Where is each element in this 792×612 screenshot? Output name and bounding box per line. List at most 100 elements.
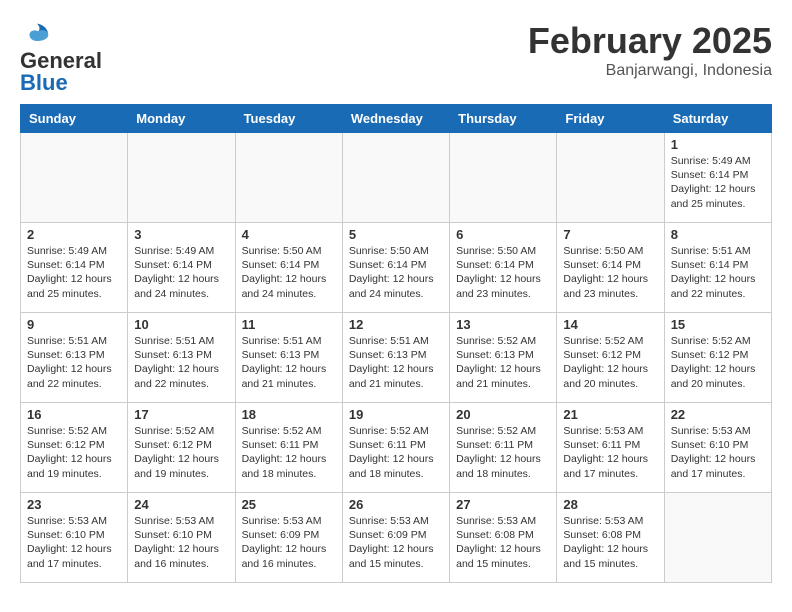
calendar-day-header: Sunday <box>21 105 128 133</box>
day-info: Sunrise: 5:52 AM Sunset: 6:12 PM Dayligh… <box>27 424 121 481</box>
day-info: Sunrise: 5:50 AM Sunset: 6:14 PM Dayligh… <box>349 244 443 301</box>
day-number: 24 <box>134 497 228 512</box>
calendar-header-row: SundayMondayTuesdayWednesdayThursdayFrid… <box>21 105 772 133</box>
day-number: 12 <box>349 317 443 332</box>
day-number: 20 <box>456 407 550 422</box>
calendar-day-cell: 11Sunrise: 5:51 AM Sunset: 6:13 PM Dayli… <box>235 313 342 403</box>
calendar-day-cell: 17 Sunrise: 5:52 AM Sunset: 6:12 PM Dayli… <box>128 403 235 493</box>
calendar-day-cell: 26 Sunrise: 5:53 AM Sunset: 6:09 PM Dayli… <box>342 493 449 583</box>
day-info: Sunrise: 5:53 AM Sunset: 6:09 PM Dayligh… <box>349 514 443 571</box>
day-number: 11 <box>242 317 336 332</box>
calendar-week-row: 23 Sunrise: 5:53 AM Sunset: 6:10 PM Dayli… <box>21 493 772 583</box>
calendar-week-row: 16 Sunrise: 5:52 AM Sunset: 6:12 PM Dayli… <box>21 403 772 493</box>
calendar-day-cell: 10 Sunrise: 5:51 AM Sunset: 6:13 PM Dayli… <box>128 313 235 403</box>
calendar-day-header: Thursday <box>450 105 557 133</box>
day-info: Sunrise: 5:52 AM Sunset: 6:13 PM Dayligh… <box>456 334 550 391</box>
title-block: February 2025 Banjarwangi, Indonesia <box>528 20 772 80</box>
month-year-title: February 2025 <box>528 20 772 62</box>
calendar-day-cell: 8Sunrise: 5:51 AM Sunset: 6:14 PM Daylig… <box>664 223 771 313</box>
calendar-day-cell: 7 Sunrise: 5:50 AM Sunset: 6:14 PM Daylig… <box>557 223 664 313</box>
calendar-day-cell: 22Sunrise: 5:53 AM Sunset: 6:10 PM Dayli… <box>664 403 771 493</box>
day-number: 9 <box>27 317 121 332</box>
calendar-day-cell: 5 Sunrise: 5:50 AM Sunset: 6:14 PM Daylig… <box>342 223 449 313</box>
calendar-day-cell: 23 Sunrise: 5:53 AM Sunset: 6:10 PM Dayli… <box>21 493 128 583</box>
day-number: 27 <box>456 497 550 512</box>
calendar-day-cell: 28 Sunrise: 5:53 AM Sunset: 6:08 PM Dayli… <box>557 493 664 583</box>
calendar-day-cell <box>664 493 771 583</box>
calendar-day-cell <box>450 133 557 223</box>
day-number: 14 <box>563 317 657 332</box>
calendar-day-cell: 2 Sunrise: 5:49 AM Sunset: 6:14 PM Daylig… <box>21 223 128 313</box>
day-info: Sunrise: 5:53 AM Sunset: 6:09 PM Dayligh… <box>242 514 336 571</box>
calendar-day-cell <box>128 133 235 223</box>
calendar-day-cell: 4 Sunrise: 5:50 AM Sunset: 6:14 PM Daylig… <box>235 223 342 313</box>
day-info: Sunrise: 5:49 AM Sunset: 6:14 PM Dayligh… <box>27 244 121 301</box>
day-number: 5 <box>349 227 443 242</box>
day-info: Sunrise: 5:51 AM Sunset: 6:13 PM Dayligh… <box>134 334 228 391</box>
day-info: Sunrise: 5:52 AM Sunset: 6:12 PM Dayligh… <box>671 334 765 391</box>
day-number: 23 <box>27 497 121 512</box>
day-info: Sunrise: 5:52 AM Sunset: 6:12 PM Dayligh… <box>134 424 228 481</box>
day-info: Sunrise: 5:51 AM Sunset: 6:13 PM Dayligh… <box>27 334 121 391</box>
day-number: 3 <box>134 227 228 242</box>
calendar-day-cell <box>557 133 664 223</box>
day-number: 4 <box>242 227 336 242</box>
location-subtitle: Banjarwangi, Indonesia <box>528 62 772 80</box>
logo-blue: Blue <box>20 70 68 95</box>
day-info: Sunrise: 5:50 AM Sunset: 6:14 PM Dayligh… <box>456 244 550 301</box>
calendar-day-cell: 24 Sunrise: 5:53 AM Sunset: 6:10 PM Dayli… <box>128 493 235 583</box>
calendar-day-cell: 13 Sunrise: 5:52 AM Sunset: 6:13 PM Dayli… <box>450 313 557 403</box>
calendar-day-cell: 12 Sunrise: 5:51 AM Sunset: 6:13 PM Dayli… <box>342 313 449 403</box>
calendar-day-cell: 16 Sunrise: 5:52 AM Sunset: 6:12 PM Dayli… <box>21 403 128 493</box>
calendar-day-header: Friday <box>557 105 664 133</box>
day-number: 2 <box>27 227 121 242</box>
day-number: 7 <box>563 227 657 242</box>
calendar-day-cell: 19Sunrise: 5:52 AM Sunset: 6:11 PM Dayli… <box>342 403 449 493</box>
day-number: 19 <box>349 407 443 422</box>
calendar-day-cell: 27 Sunrise: 5:53 AM Sunset: 6:08 PM Dayli… <box>450 493 557 583</box>
day-info: Sunrise: 5:53 AM Sunset: 6:08 PM Dayligh… <box>563 514 657 571</box>
calendar-week-row: 1 Sunrise: 5:49 AM Sunset: 6:14 PM Daylig… <box>21 133 772 223</box>
calendar-day-cell: 14 Sunrise: 5:52 AM Sunset: 6:12 PM Dayli… <box>557 313 664 403</box>
calendar-day-cell: 3Sunrise: 5:49 AM Sunset: 6:14 PM Daylig… <box>128 223 235 313</box>
day-info: Sunrise: 5:53 AM Sunset: 6:10 PM Dayligh… <box>27 514 121 571</box>
day-number: 1 <box>671 137 765 152</box>
day-number: 16 <box>27 407 121 422</box>
calendar-week-row: 9 Sunrise: 5:51 AM Sunset: 6:13 PM Daylig… <box>21 313 772 403</box>
calendar-day-header: Monday <box>128 105 235 133</box>
day-number: 18 <box>242 407 336 422</box>
calendar-table: SundayMondayTuesdayWednesdayThursdayFrid… <box>20 104 772 583</box>
calendar-day-cell: 15 Sunrise: 5:52 AM Sunset: 6:12 PM Dayli… <box>664 313 771 403</box>
page-header: General Blue February 2025 Banjarwangi, … <box>20 20 772 94</box>
calendar-day-cell: 18 Sunrise: 5:52 AM Sunset: 6:11 PM Dayli… <box>235 403 342 493</box>
day-number: 6 <box>456 227 550 242</box>
day-number: 15 <box>671 317 765 332</box>
logo: General Blue <box>20 20 102 94</box>
day-info: Sunrise: 5:52 AM Sunset: 6:11 PM Dayligh… <box>242 424 336 481</box>
day-number: 26 <box>349 497 443 512</box>
day-info: Sunrise: 5:49 AM Sunset: 6:14 PM Dayligh… <box>671 154 765 211</box>
day-number: 17 <box>134 407 228 422</box>
calendar-day-header: Wednesday <box>342 105 449 133</box>
calendar-day-cell <box>342 133 449 223</box>
day-info: Sunrise: 5:51 AM Sunset: 6:14 PM Dayligh… <box>671 244 765 301</box>
calendar-day-cell: 6 Sunrise: 5:50 AM Sunset: 6:14 PM Daylig… <box>450 223 557 313</box>
calendar-day-cell: 9 Sunrise: 5:51 AM Sunset: 6:13 PM Daylig… <box>21 313 128 403</box>
calendar-day-cell <box>21 133 128 223</box>
day-info: Sunrise: 5:51 AM Sunset: 6:13 PM Dayligh… <box>349 334 443 391</box>
day-info: Sunrise: 5:53 AM Sunset: 6:10 PM Dayligh… <box>671 424 765 481</box>
day-info: Sunrise: 5:53 AM Sunset: 6:10 PM Dayligh… <box>134 514 228 571</box>
day-number: 28 <box>563 497 657 512</box>
day-number: 10 <box>134 317 228 332</box>
calendar-week-row: 2 Sunrise: 5:49 AM Sunset: 6:14 PM Daylig… <box>21 223 772 313</box>
day-info: Sunrise: 5:50 AM Sunset: 6:14 PM Dayligh… <box>242 244 336 301</box>
day-number: 13 <box>456 317 550 332</box>
calendar-day-cell: 1 Sunrise: 5:49 AM Sunset: 6:14 PM Daylig… <box>664 133 771 223</box>
day-info: Sunrise: 5:50 AM Sunset: 6:14 PM Dayligh… <box>563 244 657 301</box>
logo-bird-icon <box>22 20 52 50</box>
calendar-day-cell: 20Sunrise: 5:52 AM Sunset: 6:11 PM Dayli… <box>450 403 557 493</box>
calendar-day-cell: 21Sunrise: 5:53 AM Sunset: 6:11 PM Dayli… <box>557 403 664 493</box>
day-info: Sunrise: 5:53 AM Sunset: 6:08 PM Dayligh… <box>456 514 550 571</box>
calendar-day-header: Saturday <box>664 105 771 133</box>
day-info: Sunrise: 5:52 AM Sunset: 6:12 PM Dayligh… <box>563 334 657 391</box>
